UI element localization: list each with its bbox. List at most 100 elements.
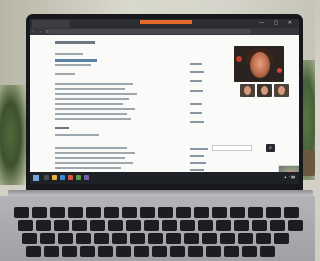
keyboard-key <box>266 207 281 218</box>
keyboard-key <box>216 220 231 231</box>
text-line <box>55 64 91 66</box>
keyboard-key <box>36 220 51 231</box>
video-call-thumbnail[interactable] <box>257 84 272 97</box>
text-line <box>55 134 99 136</box>
link-line[interactable] <box>55 59 97 62</box>
keyboard-key <box>26 246 41 257</box>
value-label <box>190 103 202 105</box>
text-line <box>55 162 133 164</box>
keyboard-key <box>194 207 209 218</box>
keyboard-key <box>180 220 195 231</box>
section-heading-line <box>55 127 69 129</box>
taskbar-search-icon[interactable] <box>44 175 49 180</box>
keyboard-key <box>122 207 137 218</box>
keyboard-key <box>252 220 267 231</box>
keyboard-key <box>90 220 105 231</box>
keyboard-key <box>134 246 149 257</box>
keyboard-key <box>288 220 303 231</box>
browser-tab[interactable] <box>192 20 224 28</box>
app-icon[interactable] <box>84 175 89 180</box>
value-label <box>190 148 208 150</box>
text-line <box>55 98 129 100</box>
keyboard <box>14 207 306 261</box>
keyboard-key <box>166 233 181 244</box>
text-line <box>55 83 133 85</box>
value-label <box>190 63 202 65</box>
file-explorer-icon[interactable] <box>52 175 57 180</box>
keyboard-key <box>62 246 77 257</box>
keyboard-key <box>130 233 145 244</box>
video-background-detail <box>277 68 282 73</box>
browser-tab-active[interactable] <box>140 20 192 24</box>
browser-tab[interactable] <box>70 20 104 28</box>
value-label <box>190 112 202 114</box>
keyboard-key <box>188 246 203 257</box>
text-line <box>55 147 127 149</box>
keyboard-key <box>104 207 119 218</box>
windows-start-icon[interactable] <box>33 175 39 181</box>
keyboard-key <box>72 220 87 231</box>
keyboard-key <box>230 207 245 218</box>
search-input[interactable] <box>212 145 252 151</box>
keyboard-key <box>274 233 289 244</box>
keyboard-key <box>284 207 299 218</box>
app-icon[interactable] <box>76 175 81 180</box>
keyboard-key <box>44 246 59 257</box>
value-label <box>190 121 204 123</box>
keyboard-key <box>22 233 37 244</box>
keyboard-key <box>256 233 271 244</box>
keyboard-key <box>152 246 167 257</box>
keyboard-key <box>80 246 95 257</box>
browser-tab[interactable] <box>32 20 70 28</box>
keyboard-key <box>54 220 69 231</box>
keyboard-key <box>206 246 221 257</box>
keyboard-key <box>140 207 155 218</box>
keyboard-key <box>18 220 33 231</box>
text-line <box>55 118 131 120</box>
text-line <box>55 103 123 105</box>
address-field[interactable] <box>48 29 251 34</box>
participant-face <box>278 86 285 95</box>
keyboard-key <box>158 207 173 218</box>
page-title-line <box>55 41 95 44</box>
text-line <box>55 53 83 55</box>
keyboard-key <box>68 207 83 218</box>
keyboard-key <box>98 246 113 257</box>
keyboard-key <box>148 233 163 244</box>
video-background-detail <box>236 56 242 62</box>
search-icon[interactable]: ⌕ <box>266 144 275 152</box>
keyboard-key <box>126 220 141 231</box>
keyboard-key <box>242 246 257 257</box>
plant-left <box>0 85 26 185</box>
keyboard-key <box>184 233 199 244</box>
keyboard-key <box>170 246 185 257</box>
keyboard-key <box>220 233 235 244</box>
keyboard-key <box>116 246 131 257</box>
keyboard-key <box>144 220 159 231</box>
app-icon[interactable] <box>68 175 73 180</box>
text-line <box>55 167 121 169</box>
system-tray[interactable]: ▲ ◔ ▮▮ <box>284 175 295 179</box>
video-call-thumbnail[interactable] <box>240 84 255 97</box>
browser-tab[interactable] <box>103 20 135 28</box>
browser-tab-bar: — ▢ ✕ <box>30 19 299 28</box>
text-line <box>55 157 125 159</box>
keyboard-key <box>108 220 123 231</box>
keyboard-key <box>50 207 65 218</box>
keyboard-key <box>260 246 275 257</box>
value-label <box>190 71 204 73</box>
keyboard-key <box>58 233 73 244</box>
video-call-main-tile[interactable] <box>234 46 284 82</box>
text-line <box>55 113 127 115</box>
browser-icon[interactable] <box>60 175 65 180</box>
keyboard-key <box>94 233 109 244</box>
video-call-thumbnail[interactable] <box>274 84 289 97</box>
value-label <box>190 162 206 164</box>
keyboard-key <box>176 207 191 218</box>
window-controls[interactable]: — ▢ ✕ <box>259 20 296 26</box>
participant-face <box>244 86 251 95</box>
value-label <box>190 80 202 82</box>
participant-face <box>261 86 268 95</box>
keyboard-key <box>234 220 249 231</box>
text-line <box>55 88 125 90</box>
